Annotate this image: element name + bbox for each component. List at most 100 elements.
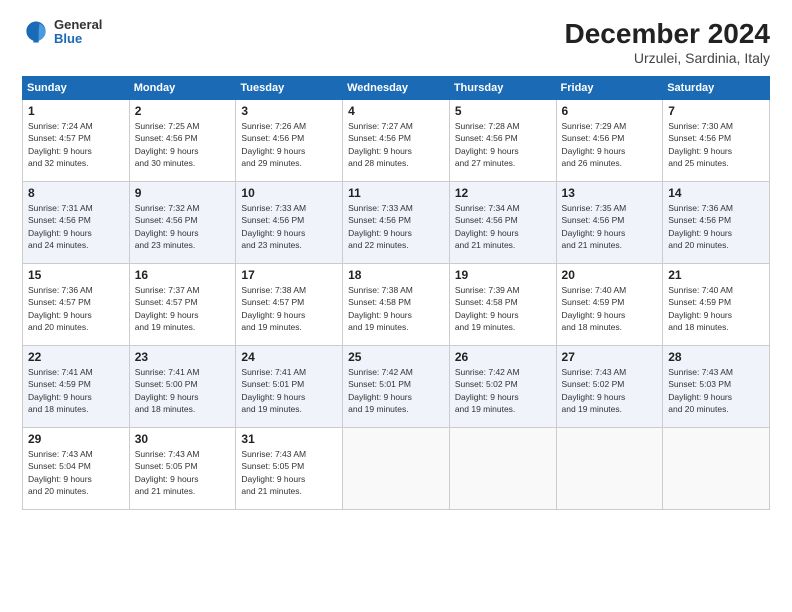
day-info: Sunrise: 7:31 AM Sunset: 4:56 PM Dayligh… <box>28 202 124 251</box>
day-number: 2 <box>135 104 231 118</box>
calendar-cell: 28Sunrise: 7:43 AM Sunset: 5:03 PM Dayli… <box>663 346 770 428</box>
day-info: Sunrise: 7:42 AM Sunset: 5:01 PM Dayligh… <box>348 366 444 415</box>
day-info: Sunrise: 7:38 AM Sunset: 4:57 PM Dayligh… <box>241 284 337 333</box>
calendar-cell: 10 Sunrise: 7:33 AM Sunset: 4:56 PM Dayli… <box>236 182 343 264</box>
day-number: 12 <box>455 186 551 200</box>
day-number: 30 <box>135 432 231 446</box>
day-number: 19 <box>455 268 551 282</box>
calendar-cell <box>449 428 556 510</box>
calendar-cell <box>556 428 663 510</box>
day-info: Sunrise: 7:33 AM Sunset: 4:56 PM Dayligh… <box>241 202 337 251</box>
calendar-week-1: 1 Sunrise: 7:24 AM Sunset: 4:57 PM Daylig… <box>23 100 770 182</box>
day-info: Sunrise: 7:29 AM Sunset: 4:56 PM Dayligh… <box>562 120 658 169</box>
calendar-cell: 20 Sunrise: 7:40 AM Sunset: 4:59 PM Dayli… <box>556 264 663 346</box>
day-number: 6 <box>562 104 658 118</box>
day-info: Sunrise: 7:27 AM Sunset: 4:56 PM Dayligh… <box>348 120 444 169</box>
day-number: 23 <box>135 350 231 364</box>
calendar-cell: 3 Sunrise: 7:26 AM Sunset: 4:56 PM Daylig… <box>236 100 343 182</box>
calendar-cell: 12 Sunrise: 7:34 AM Sunset: 4:56 PM Dayli… <box>449 182 556 264</box>
day-info: Sunrise: 7:37 AM Sunset: 4:57 PM Dayligh… <box>135 284 231 333</box>
header-friday: Friday <box>556 77 663 100</box>
calendar-cell: 21 Sunrise: 7:40 AM Sunset: 4:59 PM Dayli… <box>663 264 770 346</box>
day-info: Sunrise: 7:42 AM Sunset: 5:02 PM Dayligh… <box>455 366 551 415</box>
day-number: 10 <box>241 186 337 200</box>
calendar-cell: 9 Sunrise: 7:32 AM Sunset: 4:56 PM Daylig… <box>129 182 236 264</box>
calendar-cell: 15Sunrise: 7:36 AM Sunset: 4:57 PM Dayli… <box>23 264 130 346</box>
day-number: 9 <box>135 186 231 200</box>
header-saturday: Saturday <box>663 77 770 100</box>
day-number: 17 <box>241 268 337 282</box>
header-thursday: Thursday <box>449 77 556 100</box>
day-info: Sunrise: 7:38 AM Sunset: 4:58 PM Dayligh… <box>348 284 444 333</box>
day-number: 31 <box>241 432 337 446</box>
header: General Blue December 2024 Urzulei, Sard… <box>22 18 770 66</box>
day-info: Sunrise: 7:40 AM Sunset: 4:59 PM Dayligh… <box>562 284 658 333</box>
header-wednesday: Wednesday <box>343 77 450 100</box>
day-number: 27 <box>562 350 658 364</box>
calendar-cell: 6 Sunrise: 7:29 AM Sunset: 4:56 PM Daylig… <box>556 100 663 182</box>
title-block: December 2024 Urzulei, Sardinia, Italy <box>565 18 770 66</box>
calendar-table: Sunday Monday Tuesday Wednesday Thursday… <box>22 76 770 510</box>
day-number: 18 <box>348 268 444 282</box>
calendar-cell: 8 Sunrise: 7:31 AM Sunset: 4:56 PM Daylig… <box>23 182 130 264</box>
day-number: 11 <box>348 186 444 200</box>
day-info: Sunrise: 7:25 AM Sunset: 4:56 PM Dayligh… <box>135 120 231 169</box>
day-number: 3 <box>241 104 337 118</box>
day-number: 26 <box>455 350 551 364</box>
day-info: Sunrise: 7:36 AM Sunset: 4:57 PM Dayligh… <box>28 284 124 333</box>
weekday-header-row: Sunday Monday Tuesday Wednesday Thursday… <box>23 77 770 100</box>
logo-blue: Blue <box>54 32 102 46</box>
calendar-cell: 30 Sunrise: 7:43 AM Sunset: 5:05 PM Dayli… <box>129 428 236 510</box>
header-sunday: Sunday <box>23 77 130 100</box>
calendar-week-5: 29 Sunrise: 7:43 AM Sunset: 5:04 PM Dayli… <box>23 428 770 510</box>
calendar-cell: 5Sunrise: 7:28 AM Sunset: 4:56 PM Daylig… <box>449 100 556 182</box>
logo-icon <box>22 18 50 46</box>
day-number: 8 <box>28 186 124 200</box>
calendar-cell <box>663 428 770 510</box>
day-number: 1 <box>28 104 124 118</box>
calendar-cell: 18 Sunrise: 7:38 AM Sunset: 4:58 PM Dayli… <box>343 264 450 346</box>
calendar-cell: 13Sunrise: 7:35 AM Sunset: 4:56 PM Dayli… <box>556 182 663 264</box>
day-info: Sunrise: 7:40 AM Sunset: 4:59 PM Dayligh… <box>668 284 764 333</box>
day-number: 21 <box>668 268 764 282</box>
day-info: Sunrise: 7:35 AM Sunset: 4:56 PM Dayligh… <box>562 202 658 251</box>
logo: General Blue <box>22 18 102 47</box>
day-info: Sunrise: 7:43 AM Sunset: 5:03 PM Dayligh… <box>668 366 764 415</box>
calendar-cell: 22Sunrise: 7:41 AM Sunset: 4:59 PM Dayli… <box>23 346 130 428</box>
calendar-subtitle: Urzulei, Sardinia, Italy <box>565 50 770 66</box>
calendar-week-3: 15Sunrise: 7:36 AM Sunset: 4:57 PM Dayli… <box>23 264 770 346</box>
day-info: Sunrise: 7:24 AM Sunset: 4:57 PM Dayligh… <box>28 120 124 169</box>
calendar-cell: 4 Sunrise: 7:27 AM Sunset: 4:56 PM Daylig… <box>343 100 450 182</box>
header-tuesday: Tuesday <box>236 77 343 100</box>
calendar-cell <box>343 428 450 510</box>
day-info: Sunrise: 7:39 AM Sunset: 4:58 PM Dayligh… <box>455 284 551 333</box>
calendar-cell: 29 Sunrise: 7:43 AM Sunset: 5:04 PM Dayli… <box>23 428 130 510</box>
day-number: 25 <box>348 350 444 364</box>
day-info: Sunrise: 7:32 AM Sunset: 4:56 PM Dayligh… <box>135 202 231 251</box>
calendar-cell: 26 Sunrise: 7:42 AM Sunset: 5:02 PM Dayli… <box>449 346 556 428</box>
day-info: Sunrise: 7:26 AM Sunset: 4:56 PM Dayligh… <box>241 120 337 169</box>
day-info: Sunrise: 7:41 AM Sunset: 4:59 PM Dayligh… <box>28 366 124 415</box>
day-number: 4 <box>348 104 444 118</box>
day-info: Sunrise: 7:36 AM Sunset: 4:56 PM Dayligh… <box>668 202 764 251</box>
calendar-cell: 24Sunrise: 7:41 AM Sunset: 5:01 PM Dayli… <box>236 346 343 428</box>
page: General Blue December 2024 Urzulei, Sard… <box>0 0 792 612</box>
calendar-cell: 7Sunrise: 7:30 AM Sunset: 4:56 PM Daylig… <box>663 100 770 182</box>
day-number: 24 <box>241 350 337 364</box>
calendar-body: 1 Sunrise: 7:24 AM Sunset: 4:57 PM Daylig… <box>23 100 770 510</box>
day-info: Sunrise: 7:43 AM Sunset: 5:04 PM Dayligh… <box>28 448 124 497</box>
calendar-header: Sunday Monday Tuesday Wednesday Thursday… <box>23 77 770 100</box>
calendar-week-2: 8 Sunrise: 7:31 AM Sunset: 4:56 PM Daylig… <box>23 182 770 264</box>
calendar-cell: 14 Sunrise: 7:36 AM Sunset: 4:56 PM Dayli… <box>663 182 770 264</box>
calendar-cell: 2 Sunrise: 7:25 AM Sunset: 4:56 PM Daylig… <box>129 100 236 182</box>
day-number: 20 <box>562 268 658 282</box>
day-number: 14 <box>668 186 764 200</box>
calendar-cell: 19 Sunrise: 7:39 AM Sunset: 4:58 PM Dayli… <box>449 264 556 346</box>
calendar-cell: 16Sunrise: 7:37 AM Sunset: 4:57 PM Dayli… <box>129 264 236 346</box>
calendar-title: December 2024 <box>565 18 770 50</box>
logo-general: General <box>54 18 102 32</box>
day-number: 29 <box>28 432 124 446</box>
calendar-cell: 27Sunrise: 7:43 AM Sunset: 5:02 PM Dayli… <box>556 346 663 428</box>
day-info: Sunrise: 7:34 AM Sunset: 4:56 PM Dayligh… <box>455 202 551 251</box>
day-info: Sunrise: 7:43 AM Sunset: 5:05 PM Dayligh… <box>135 448 231 497</box>
